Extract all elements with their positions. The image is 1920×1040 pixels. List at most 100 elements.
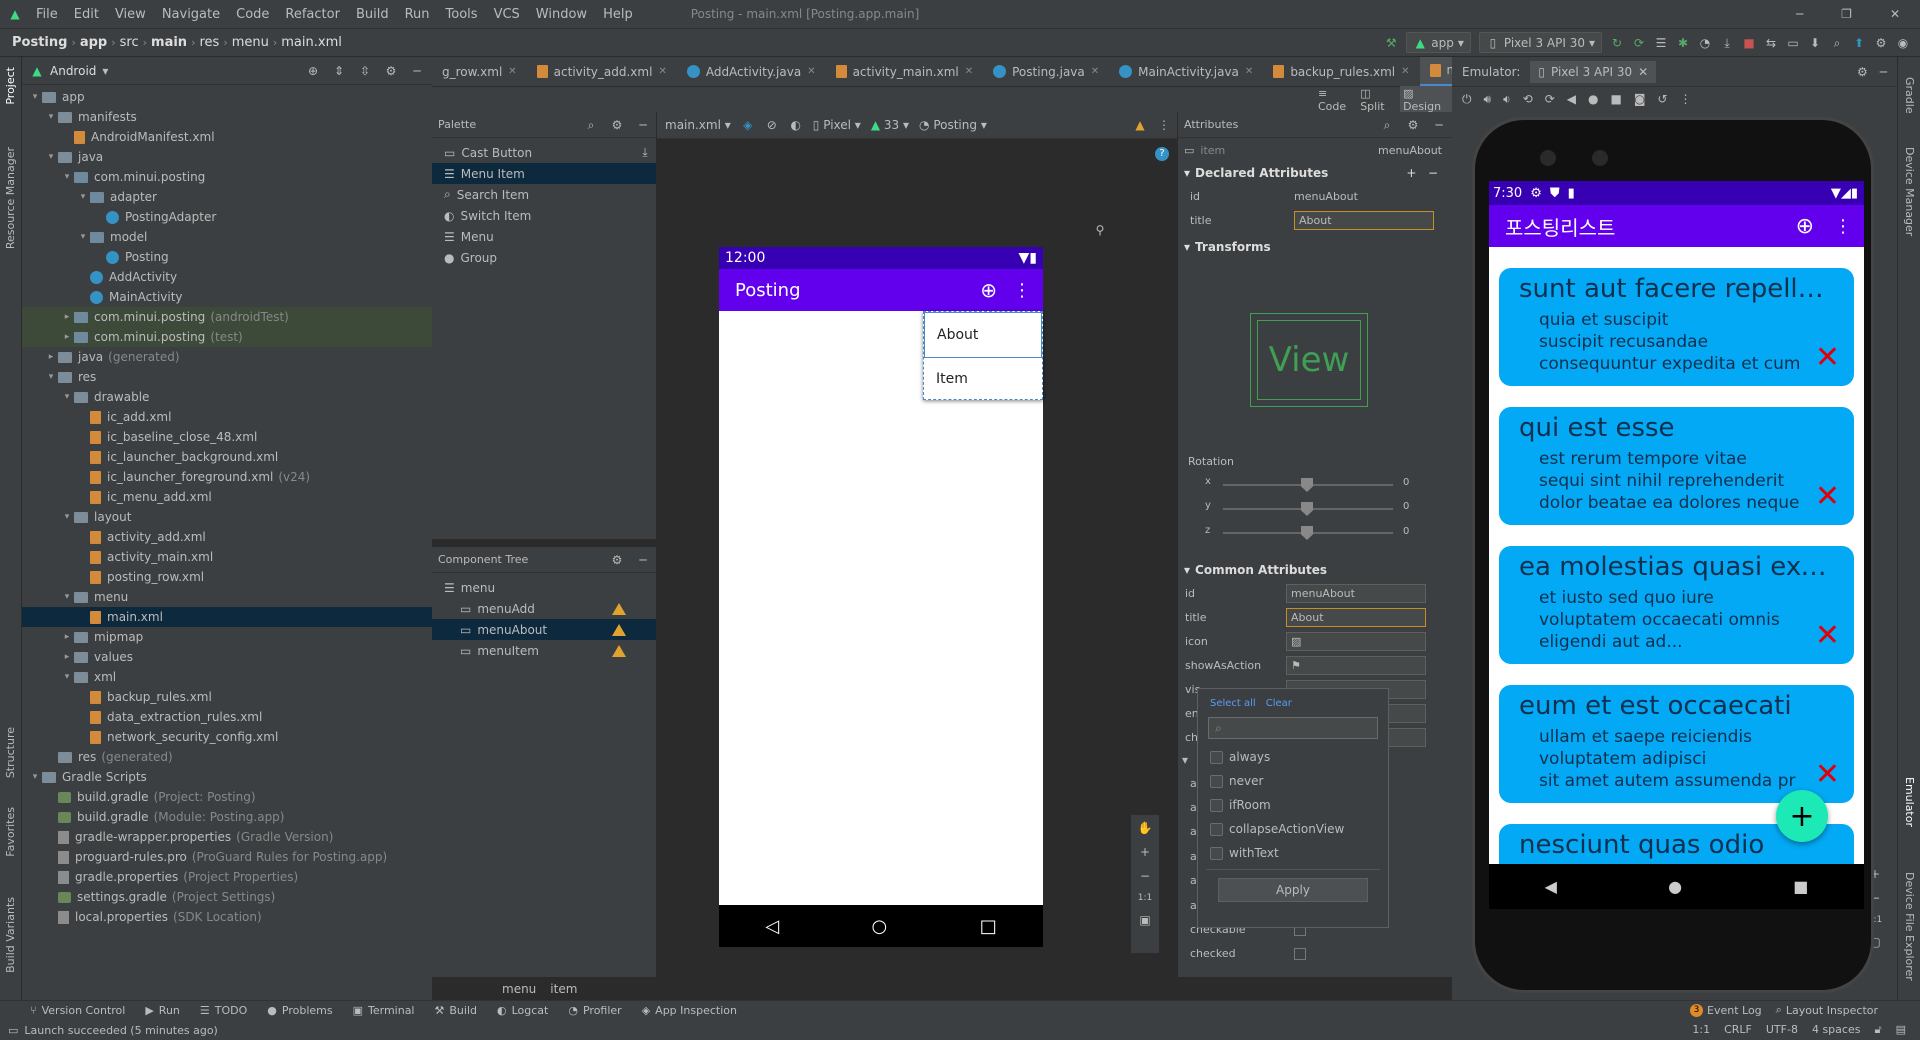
expand-all-icon[interactable]: ⇕	[332, 64, 346, 78]
editor-tab[interactable]: MainActivity.java ✕	[1109, 57, 1263, 87]
declared-title-field[interactable]: About	[1294, 210, 1434, 230]
gear-icon[interactable]: ⚙	[610, 118, 624, 132]
checkbox[interactable]	[1210, 846, 1223, 860]
account-icon[interactable]: ◉	[1896, 36, 1910, 50]
bottom-tool-terminal[interactable]: ▣ Terminal	[343, 1004, 425, 1017]
breadcrumb-file[interactable]: main.xml	[277, 35, 346, 50]
minimize-icon[interactable]: ─	[1796, 7, 1803, 21]
bottom-tool-profiler[interactable]: ◔ Profiler	[558, 1004, 631, 1017]
close-tab-icon[interactable]: ✕	[1401, 66, 1409, 77]
component-tree-item[interactable]: ▭ menuItem	[432, 640, 656, 661]
showasaction-field[interactable]: ⚑	[1286, 655, 1426, 675]
menu-file[interactable]: File	[28, 7, 66, 22]
hammer-icon[interactable]: ⚒	[1384, 36, 1398, 50]
screenshot-icon[interactable]: ◙	[1634, 92, 1646, 106]
project-tree-item[interactable]: backup_rules.xml	[22, 687, 432, 707]
coverage-icon[interactable]: ☰	[1654, 36, 1668, 50]
hide-icon[interactable]: ─	[1880, 65, 1887, 79]
palette-item[interactable]: ● Group	[432, 247, 656, 268]
file-encoding[interactable]: UTF-8	[1766, 1023, 1798, 1037]
bottom-tool-run[interactable]: ▶ Run	[135, 1004, 190, 1017]
clear-link[interactable]: Clear	[1266, 698, 1292, 709]
project-tree-item[interactable]: data_extraction_rules.xml	[22, 707, 432, 727]
chevron-down-icon[interactable]: ▾	[60, 392, 74, 402]
add-post-icon[interactable]: ⊕	[1796, 214, 1814, 239]
transforms-header[interactable]: ▾ Transforms	[1178, 236, 1452, 258]
post-card[interactable]: eum et est occaecati ullam et saepe reici…	[1499, 685, 1854, 803]
hide-icon[interactable]: ─	[410, 64, 424, 78]
more-icon[interactable]: ⋮	[1157, 118, 1171, 132]
breadcrumb-src[interactable]: src	[116, 35, 143, 50]
event-log-button[interactable]: 3 Event Log	[1690, 1003, 1762, 1017]
search-icon[interactable]: ⌕	[1380, 118, 1394, 132]
footer-path-item[interactable]: item	[550, 982, 577, 996]
common-attributes-header[interactable]: ▾ Common Attributes	[1178, 559, 1440, 581]
indent-setting[interactable]: 4 spaces	[1812, 1023, 1861, 1037]
chevron-down-icon[interactable]: ▾	[44, 152, 58, 162]
lock-icon[interactable]: 🔓︎	[1874, 1023, 1881, 1037]
menu-vcs[interactable]: VCS	[486, 7, 528, 22]
project-tree-item[interactable]: settings.gradle (Project Settings)	[22, 887, 432, 907]
debug-icon[interactable]: ✱	[1676, 36, 1690, 50]
menu-edit[interactable]: Edit	[66, 7, 107, 22]
bottom-tool-problems[interactable]: ● Problems	[257, 1004, 342, 1017]
project-tree-item[interactable]: ▾ res	[22, 367, 432, 387]
warning-icon[interactable]	[612, 623, 626, 636]
project-tree-item[interactable]: network_security_config.xml	[22, 727, 432, 747]
delete-post-icon[interactable]: ✕	[1815, 479, 1840, 514]
overflow-menu-icon[interactable]: ⋮	[1834, 216, 1852, 237]
back-icon[interactable]: ◀	[1545, 877, 1557, 896]
checkbox[interactable]	[1210, 774, 1223, 788]
apply-changes-icon[interactable]: ⟳	[1632, 36, 1646, 50]
rotation-y-slider[interactable]	[1223, 502, 1393, 516]
settings-icon[interactable]: ⚙	[1874, 36, 1888, 50]
warning-icon[interactable]: ▲	[1133, 118, 1147, 132]
rotate-right-icon[interactable]: ⟳	[1545, 92, 1555, 106]
project-tree-item[interactable]: ▸ values	[22, 647, 432, 667]
showasaction-option[interactable]: always	[1198, 745, 1388, 769]
close-tab-icon[interactable]: ✕	[965, 66, 973, 77]
resource-manager-tool-tab[interactable]: Resource Manager	[4, 147, 17, 249]
stop-icon[interactable]: ■	[1742, 36, 1756, 50]
zoom-in-icon[interactable]: +	[1140, 845, 1150, 859]
project-tree-item[interactable]: build.gradle (Project: Posting)	[22, 787, 432, 807]
project-tree-item[interactable]: ▾ com.minui.posting	[22, 167, 432, 187]
structure-tool-tab[interactable]: Structure	[4, 727, 17, 778]
remove-icon[interactable]: −	[1428, 166, 1438, 180]
close-tab-icon[interactable]: ✕	[508, 66, 516, 77]
project-tree-item[interactable]: PostingAdapter	[22, 207, 432, 227]
close-window-icon[interactable]: ✕	[1890, 7, 1900, 21]
device-manager-tool-tab[interactable]: Device Manager	[1903, 147, 1916, 236]
bottom-tool-app-inspection[interactable]: ◈ App Inspection	[632, 1004, 747, 1017]
delete-post-icon[interactable]: ✕	[1815, 757, 1840, 792]
palette-item[interactable]: ◐ Switch Item	[432, 205, 656, 226]
gear-icon[interactable]: ⚙	[1857, 65, 1868, 79]
attribute-value-field[interactable]	[1294, 947, 1306, 960]
device-manager-icon[interactable]: ▭	[1786, 36, 1800, 50]
warning-icon[interactable]	[612, 644, 626, 657]
project-tree-item[interactable]: ▾ adapter	[22, 187, 432, 207]
breadcrumb-main[interactable]: main	[147, 35, 191, 50]
caret-position[interactable]: 1:1	[1692, 1023, 1710, 1037]
preview-menu-item-about[interactable]: About	[924, 312, 1042, 358]
project-tree-item[interactable]: ic_add.xml	[22, 407, 432, 427]
project-tree-item[interactable]: gradle.properties (Project Properties)	[22, 867, 432, 887]
sync-icon[interactable]: ⇆	[1764, 36, 1778, 50]
project-tree-item[interactable]: gradle-wrapper.properties (Gradle Version…	[22, 827, 432, 847]
menu-tools[interactable]: Tools	[438, 7, 486, 22]
chevron-down-icon[interactable]: ▾	[60, 592, 74, 602]
chevron-down-icon[interactable]: ▾	[76, 192, 90, 202]
gradle-tool-tab[interactable]: Gradle	[1903, 77, 1916, 114]
project-tree-item[interactable]: ▸ java (generated)	[22, 347, 432, 367]
close-tab-icon[interactable]: ✕	[1638, 65, 1648, 79]
restore-icon[interactable]: ❐	[1841, 7, 1852, 21]
rotation-x-slider[interactable]	[1223, 478, 1393, 492]
project-tree-item[interactable]: local.properties (SDK Location)	[22, 907, 432, 927]
emulator-tool-tab[interactable]: Emulator	[1903, 777, 1916, 827]
volume-up-icon[interactable]: 🔊︎	[1484, 92, 1492, 107]
project-tree-item[interactable]: build.gradle (Module: Posting.app)	[22, 807, 432, 827]
power-icon[interactable]: ⏻	[1462, 92, 1472, 107]
menu-build[interactable]: Build	[348, 7, 397, 22]
apply-button[interactable]: Apply	[1218, 878, 1368, 902]
chevron-down-icon[interactable]: ▾	[28, 92, 42, 102]
